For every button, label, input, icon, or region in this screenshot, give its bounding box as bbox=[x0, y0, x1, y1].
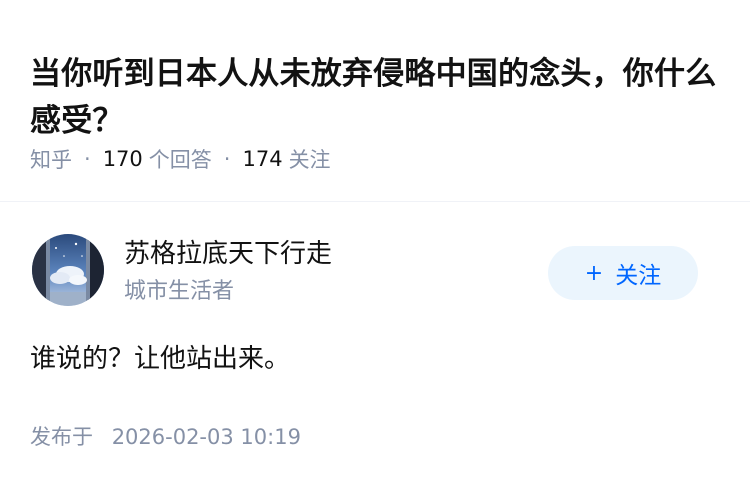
published-info: 发布于 2026-02-03 10:19 bbox=[30, 420, 301, 454]
separator-dot: · bbox=[223, 147, 231, 171]
question-meta: 知乎 · 170 个回答 · 174 关注 bbox=[30, 140, 331, 178]
author-bio: 城市生活者 bbox=[124, 279, 235, 304]
author-avatar[interactable] bbox=[32, 234, 104, 306]
follow-button[interactable]: + 关注 bbox=[548, 246, 698, 300]
published-datetime: 2026-02-03 10:19 bbox=[111, 425, 301, 449]
follows-label: 关注 bbox=[288, 148, 331, 172]
answer-content: 谁说的？让他站出来。 bbox=[30, 344, 291, 374]
plus-icon: + bbox=[584, 260, 604, 286]
follow-button-label: 关注 bbox=[615, 263, 662, 289]
site-label[interactable]: 知乎 bbox=[30, 144, 72, 174]
answers-count: 170 bbox=[102, 147, 143, 171]
answers-label[interactable]: 个回答 bbox=[149, 144, 212, 174]
follows-count: 174 bbox=[242, 147, 283, 171]
separator-dot: · bbox=[84, 147, 91, 171]
published-label: 发布于 bbox=[30, 425, 93, 449]
author-name[interactable]: 苏格拉底天下行走 bbox=[124, 236, 332, 272]
question-title[interactable]: 当你听到日本人从未放弃侵略中国的念头，你什么感受？ bbox=[30, 51, 720, 145]
divider bbox=[0, 201, 750, 202]
avatar-sky-window-icon bbox=[32, 234, 104, 306]
